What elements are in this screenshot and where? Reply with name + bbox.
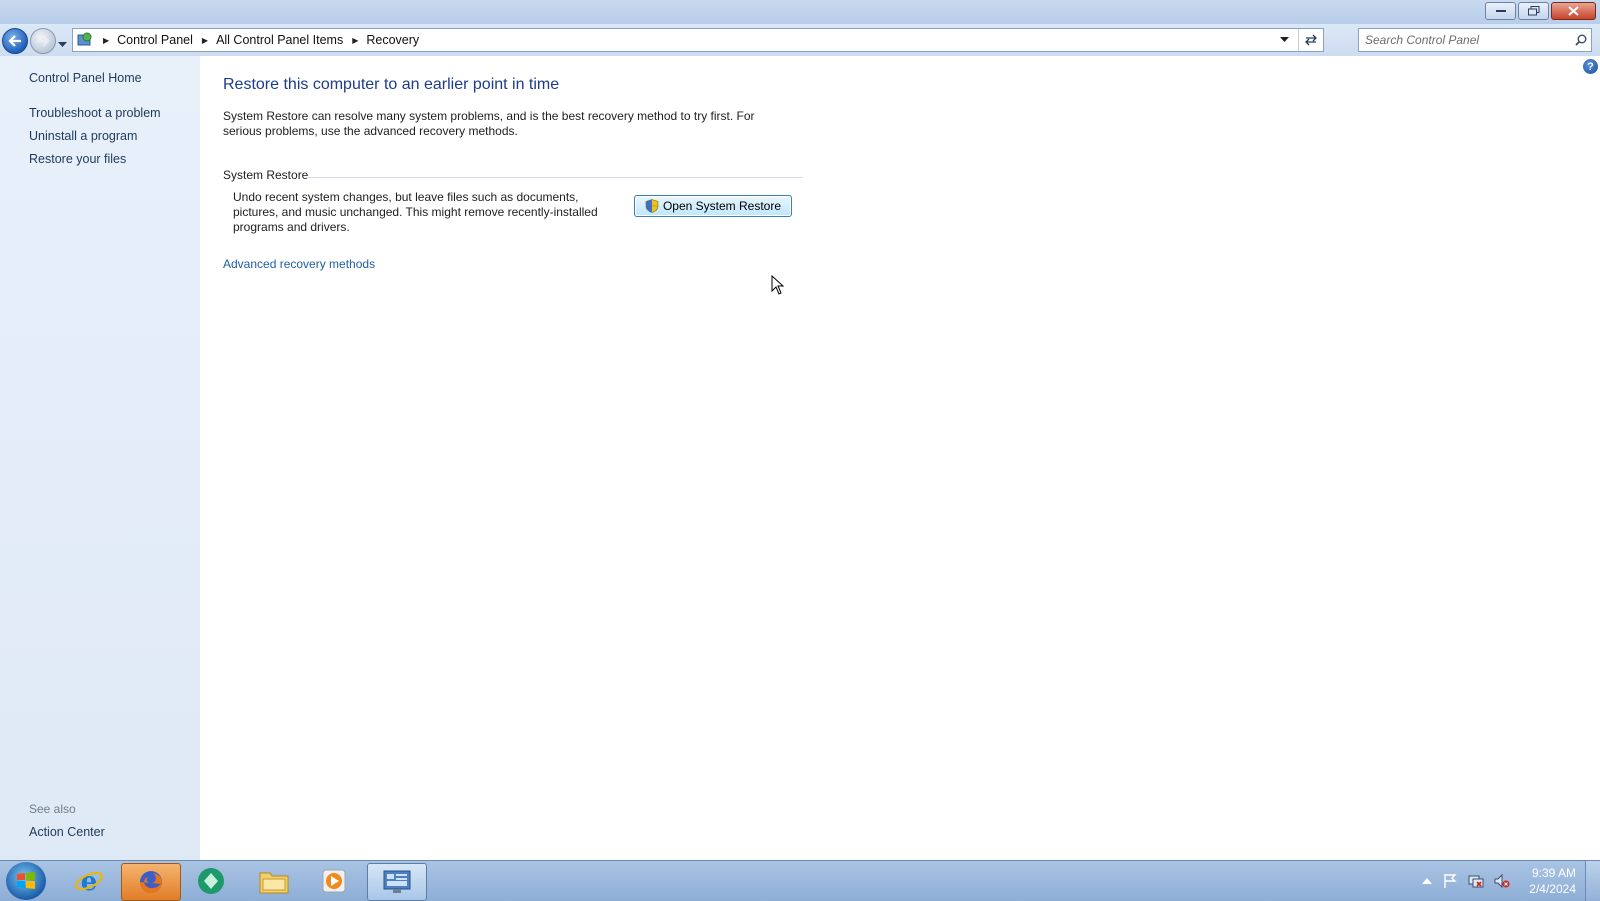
breadcrumb-separator[interactable]: ▶ xyxy=(352,36,358,45)
taskbar-clock[interactable]: 9:39 AM 2/4/2024 xyxy=(1529,865,1576,897)
refresh-icon xyxy=(1305,34,1317,46)
sidebar-link-restore-files[interactable]: Restore your files xyxy=(29,152,126,166)
uac-shield-icon xyxy=(645,199,659,213)
page-title: Restore this computer to an earlier poin… xyxy=(223,76,560,93)
recent-pages-dropdown[interactable] xyxy=(58,37,67,51)
start-button[interactable] xyxy=(6,862,46,900)
back-button[interactable] xyxy=(2,28,28,54)
network-icon[interactable] xyxy=(1468,873,1484,889)
system-restore-description: Undo recent system changes, but leave fi… xyxy=(233,190,598,234)
firefox-icon xyxy=(140,871,163,893)
breadcrumb-recovery[interactable]: Recovery xyxy=(366,33,419,47)
open-system-restore-button[interactable]: Open System Restore xyxy=(634,195,792,217)
taskbar-app-green[interactable] xyxy=(182,863,240,899)
restore-icon xyxy=(1527,6,1539,16)
volume-muted-icon[interactable] xyxy=(1494,873,1510,889)
system-restore-heading: System Restore xyxy=(223,168,309,182)
open-system-restore-label: Open System Restore xyxy=(662,199,782,213)
close-button[interactable] xyxy=(1551,2,1596,20)
title-bar xyxy=(0,0,1600,24)
media-player-icon xyxy=(322,869,346,893)
address-history-dropdown[interactable] xyxy=(1275,29,1293,51)
minimize-icon xyxy=(1495,10,1506,12)
see-also-label: See also xyxy=(29,802,76,816)
search-input[interactable] xyxy=(1359,32,1571,48)
task-pane: Control Panel Home Troubleshoot a proble… xyxy=(0,56,200,860)
taskbar-internet-explorer[interactable]: e xyxy=(60,863,118,899)
svg-text:e: e xyxy=(81,867,98,896)
breadcrumb-control-panel[interactable]: Control Panel xyxy=(117,33,193,47)
restore-button[interactable] xyxy=(1518,2,1549,20)
back-arrow-icon xyxy=(8,35,21,47)
taskbar-media-player[interactable] xyxy=(305,863,363,899)
show-hidden-icons-arrow-icon[interactable] xyxy=(1422,877,1432,885)
section-divider xyxy=(306,177,803,178)
action-center-flag-icon[interactable] xyxy=(1442,873,1458,889)
internet-explorer-icon: e xyxy=(75,867,103,896)
forward-arrow-icon xyxy=(37,35,50,47)
taskbar-firefox[interactable] xyxy=(121,863,181,901)
chevron-down-icon xyxy=(1279,37,1289,42)
minimize-button[interactable] xyxy=(1485,2,1516,20)
taskbar: e 9:39 AM 2/4/2024 xyxy=(0,860,1600,901)
window-controls xyxy=(1485,2,1596,20)
show-desktop-button[interactable] xyxy=(1585,861,1600,901)
search-box xyxy=(1358,28,1592,52)
breadcrumb-separator[interactable]: ▶ xyxy=(202,36,208,45)
main-content: ? Restore this computer to an earlier po… xyxy=(200,56,1600,860)
green-app-icon xyxy=(198,868,224,894)
chevron-down-icon xyxy=(58,42,67,47)
search-icon xyxy=(1575,34,1587,46)
clock-time: 9:39 AM xyxy=(1531,866,1576,880)
sidebar-link-action-center[interactable]: Action Center xyxy=(29,825,105,839)
breadcrumb-all-items[interactable]: All Control Panel Items xyxy=(216,33,343,47)
sidebar-link-troubleshoot[interactable]: Troubleshoot a problem xyxy=(29,106,161,120)
forward-button[interactable] xyxy=(30,28,56,54)
sidebar-link-uninstall-program[interactable]: Uninstall a program xyxy=(29,129,137,143)
address-bar[interactable]: ▶ Control Panel ▶ All Control Panel Item… xyxy=(72,28,1324,52)
mouse-cursor-icon xyxy=(771,275,785,295)
clock-date: 2/4/2024 xyxy=(1529,882,1576,896)
windows-logo-icon xyxy=(17,872,35,889)
breadcrumb-separator[interactable]: ▶ xyxy=(103,36,109,45)
control-panel-icon xyxy=(383,870,411,893)
refresh-button[interactable] xyxy=(1298,29,1323,51)
control-panel-icon xyxy=(77,32,92,46)
help-icon[interactable]: ? xyxy=(1583,59,1598,74)
close-icon xyxy=(1568,6,1579,16)
advanced-recovery-link[interactable]: Advanced recovery methods xyxy=(223,257,375,271)
sidebar-link-control-panel-home[interactable]: Control Panel Home xyxy=(29,71,142,85)
search-button[interactable] xyxy=(1571,34,1591,46)
navigation-bar: ▶ Control Panel ▶ All Control Panel Item… xyxy=(0,24,1600,56)
taskbar-control-panel[interactable] xyxy=(367,863,427,901)
intro-text: System Restore can resolve many system p… xyxy=(223,109,755,138)
taskbar-windows-explorer[interactable] xyxy=(245,863,303,899)
system-tray xyxy=(1422,873,1510,889)
folder-icon xyxy=(259,872,289,894)
